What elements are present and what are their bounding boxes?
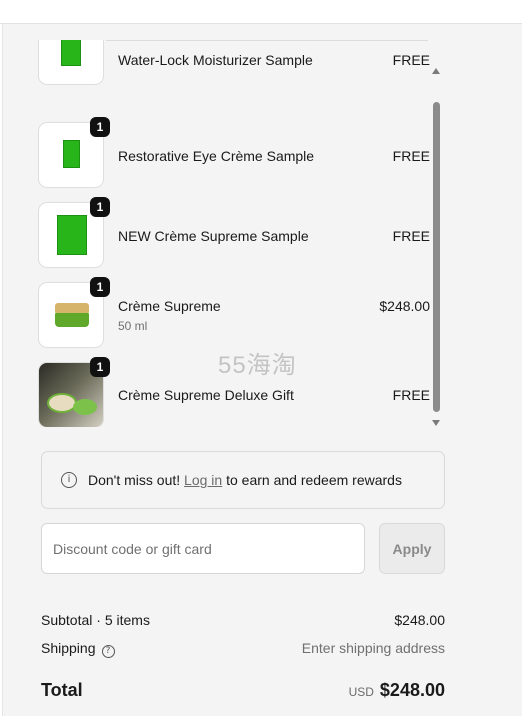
total-amount: $248.00 <box>379 680 445 700</box>
quantity-badge: 1 <box>90 357 110 377</box>
info-icon: i <box>61 472 77 488</box>
apply-discount-button[interactable]: Apply <box>379 523 445 574</box>
green-sample-box-image <box>61 40 81 66</box>
scroll-up-arrow-icon[interactable] <box>432 68 440 74</box>
scroll-down-arrow-icon[interactable] <box>432 420 440 426</box>
shipping-label: Shipping <box>41 640 96 656</box>
product-price: FREE <box>392 52 430 68</box>
subtotal-value: $248.00 <box>394 612 445 628</box>
total-amount-group: USD $248.00 <box>349 680 445 701</box>
scrollbar-thumb[interactable] <box>433 102 440 412</box>
quantity-badge: 1 <box>90 277 110 297</box>
product-price: $248.00 <box>379 298 430 314</box>
green-sample-box-image <box>57 215 87 255</box>
shipping-label-row: Shipping? <box>41 640 115 658</box>
cart-item-creme-supreme[interactable]: 1 Crème Supreme 50 ml $248.00 <box>38 277 430 348</box>
item-list-scrollbar[interactable] <box>430 64 442 428</box>
product-thumbnail <box>38 40 104 85</box>
cream-jar-open-image <box>47 393 77 413</box>
shipping-value: Enter shipping address <box>301 640 445 656</box>
watermark-logo: 55海淘 <box>218 352 297 379</box>
cart-item-eye-creme-sample[interactable]: 1 Restorative Eye Crème Sample FREE <box>38 117 430 188</box>
rewards-message: Don't miss out! Log in to earn and redee… <box>88 472 402 488</box>
quantity-badge: 1 <box>90 117 110 137</box>
product-name: NEW Crème Supreme Sample <box>118 228 309 244</box>
subtotal-label: Subtotal · 5 items <box>41 612 150 628</box>
rewards-suffix: to earn and redeem rewards <box>226 472 402 488</box>
currency-code: USD <box>348 685 374 699</box>
discount-code-input[interactable] <box>41 523 365 574</box>
total-label: Total <box>41 680 83 700</box>
cream-jar-lid-photo-image <box>73 399 97 415</box>
product-price: FREE <box>392 228 430 244</box>
top-bar <box>0 0 522 24</box>
rewards-prefix: Don't miss out! <box>88 472 181 488</box>
product-name: Restorative Eye Crème Sample <box>118 148 315 164</box>
cart-item-water-lock-sample[interactable]: Water-Lock Moisturizer Sample FREE <box>38 40 430 85</box>
product-name: Crème Supreme Deluxe Gift <box>118 387 294 403</box>
rewards-banner: i Don't miss out! Log in to earn and red… <box>41 451 445 509</box>
cart-item-creme-supreme-sample[interactable]: 1 NEW Crème Supreme Sample FREE <box>38 197 430 268</box>
product-price: FREE <box>392 387 430 403</box>
login-link[interactable]: Log in <box>184 472 222 488</box>
cream-jar-body-image <box>55 313 89 327</box>
question-mark-help-icon[interactable]: ? <box>101 645 115 658</box>
product-name: Crème Supreme <box>118 298 221 314</box>
product-name: Water-Lock Moisturizer Sample <box>118 52 313 68</box>
product-price: FREE <box>392 148 430 164</box>
quantity-badge: 1 <box>90 197 110 217</box>
product-variant: 50 ml <box>118 319 148 333</box>
green-sample-box-image <box>63 140 80 168</box>
cream-jar-lid-image <box>55 303 89 313</box>
